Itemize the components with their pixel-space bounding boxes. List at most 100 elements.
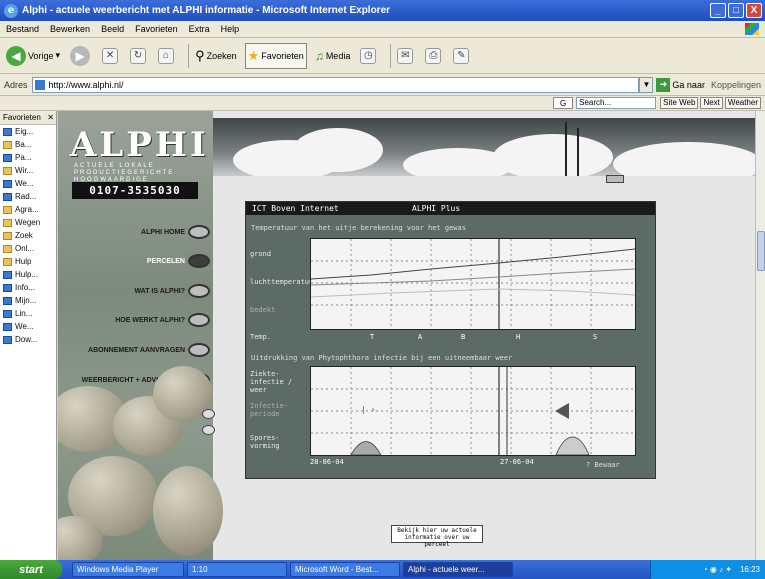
scroll-down-control-icon[interactable] — [202, 425, 215, 435]
banner-tab-icon[interactable] — [606, 175, 624, 183]
google-logo-icon[interactable]: G — [553, 97, 574, 109]
panel-title-right: ALPHI Plus — [412, 204, 461, 213]
forward-button[interactable]: ▶ — [68, 43, 94, 69]
mail-button[interactable]: ✉ — [395, 43, 417, 69]
toolbar: ◀ Vorige ▾ ▶ ✕ ↻ ⌂ ⚲ Zoeken ★ Favorieten… — [0, 38, 765, 74]
menu-help[interactable]: Help — [221, 24, 240, 34]
nav-wat-is-alphi[interactable]: WAT IS ALPHI? — [134, 284, 210, 298]
address-input[interactable]: http://www.alphi.nl/ — [31, 76, 640, 93]
task-windows-media-player[interactable]: Windows Media Player — [72, 562, 184, 577]
chart1-tick-a: A — [418, 333, 423, 341]
vertical-scrollbar[interactable] — [755, 111, 765, 560]
nav-home-button-icon[interactable] — [188, 225, 210, 239]
menu-favorites[interactable]: Favorieten — [135, 24, 178, 34]
chart1-bottom-label: Temp. — [250, 333, 272, 341]
menu-view[interactable]: Beeld — [101, 24, 124, 34]
favorites-item[interactable]: Wir... — [0, 164, 56, 177]
favorites-list: Eig... Ba... Pa... Wir... We... Rad... Agra...… — [0, 125, 56, 346]
alphi-logo[interactable]: ALPHI — [70, 125, 209, 165]
scrollbar-thumb[interactable] — [757, 231, 765, 271]
favorites-item[interactable]: Ba... — [0, 138, 56, 151]
nav-hoe-werkt-alphi-button-icon[interactable] — [188, 313, 210, 327]
panel-header: ICT Boven Internet ALPHI Plus — [246, 202, 655, 215]
chart-panel: ICT Boven Internet ALPHI Plus Temperatuu… — [245, 201, 656, 479]
favorites-item[interactable]: Mijn... — [0, 294, 56, 307]
favorites-item-label: Rad... — [15, 192, 37, 201]
folder-icon — [3, 231, 12, 240]
favorites-item[interactable]: Dow... — [0, 333, 56, 346]
nav-home[interactable]: ALPHI HOME — [141, 225, 210, 239]
close-button[interactable]: X — [746, 3, 762, 18]
close-pane-icon[interactable]: ✕ — [47, 113, 54, 122]
perceel-info-button[interactable]: Bekijk hier uw actuele informatie over u… — [391, 525, 483, 548]
media-button[interactable]: ♫ Media — [313, 43, 353, 69]
clock: 16:23 — [739, 565, 760, 574]
task-1-10[interactable]: 1:10 — [187, 562, 287, 577]
google-weather-button[interactable]: Weather — [724, 97, 761, 109]
nav-percelen-button-icon[interactable] — [188, 254, 210, 268]
chart2-label-periode: Infectie-periode — [250, 402, 288, 418]
go-button[interactable]: ➜ Ga naar — [656, 77, 705, 92]
menu-tools[interactable]: Extra — [189, 24, 210, 34]
phytophthora-chart-svg: | › — [311, 367, 635, 456]
favorites-item[interactable]: Rad... — [0, 190, 56, 203]
address-dropdown-icon[interactable]: ▼ — [639, 76, 654, 93]
phytophthora-chart: | › — [310, 366, 636, 456]
menu-edit[interactable]: Bewerken — [50, 24, 90, 34]
star-icon: ★ — [247, 47, 260, 63]
refresh-button[interactable]: ↻ — [128, 43, 150, 69]
favorites-item[interactable]: Pa... — [0, 151, 56, 164]
edit-button[interactable]: ✎ — [451, 43, 473, 69]
favorites-item[interactable]: Agra... — [0, 203, 56, 216]
favorites-item-label: Lin... — [15, 309, 33, 318]
back-button[interactable]: ◀ Vorige ▾ — [4, 43, 62, 69]
header-banner-image — [213, 118, 755, 176]
favorites-button[interactable]: ★ Favorieten — [244, 42, 307, 69]
google-site-button[interactable]: Site Web — [660, 97, 699, 109]
potatoes-image — [58, 366, 223, 560]
favorites-item[interactable]: Wegen — [0, 216, 56, 229]
minimize-button[interactable]: _ — [710, 3, 726, 18]
search-button[interactable]: ⚲ Zoeken — [193, 43, 239, 69]
history-icon: ◷ — [360, 47, 377, 64]
stop-icon: ✕ — [102, 47, 119, 64]
back-dropdown-icon[interactable]: ▾ — [56, 50, 61, 61]
favorites-item[interactable]: Info... — [0, 281, 56, 294]
google-search-input[interactable]: Search... — [576, 97, 657, 109]
maximize-button[interactable]: □ — [728, 3, 744, 18]
google-next-button[interactable]: Next — [700, 97, 723, 109]
page-icon — [34, 79, 45, 90]
menu-file[interactable]: Bestand — [6, 24, 39, 34]
favorites-item[interactable]: Lin... — [0, 307, 56, 320]
media-label: Media — [325, 50, 351, 61]
favorites-item[interactable]: Eig... — [0, 125, 56, 138]
nav-abonnement[interactable]: ABONNEMENT AANVRAGEN — [88, 343, 210, 357]
task-alphi-ie[interactable]: Alphi - actuele weer... — [403, 562, 513, 577]
scroll-up-control-icon[interactable] — [202, 409, 215, 419]
start-button[interactable]: start — [0, 560, 62, 579]
page-icon — [3, 296, 12, 305]
google-toolbar: G Search... Site Web Next Weather — [0, 96, 765, 111]
stop-button[interactable]: ✕ — [100, 43, 122, 69]
links-label[interactable]: Koppelingen — [711, 80, 761, 90]
print-button[interactable]: ⎙ — [423, 43, 445, 69]
nav-wat-is-alphi-button-icon[interactable] — [188, 284, 210, 298]
favorites-item[interactable]: Hulp — [0, 255, 56, 268]
favorites-item[interactable]: We... — [0, 320, 56, 333]
chart2-label-infectie: Ziekte-infectie / weer — [250, 370, 293, 394]
nav-hoe-werkt-alphi[interactable]: HOE WERKT ALPHI? — [115, 313, 210, 327]
favorites-item[interactable]: Onl... — [0, 242, 56, 255]
nav-percelen[interactable]: PERCELEN — [147, 254, 210, 268]
favorites-item[interactable]: We... — [0, 177, 56, 190]
tray-icons[interactable]: ◔ ◉ ♪ ✦ — [703, 565, 732, 574]
favorites-item[interactable]: Zoek — [0, 229, 56, 242]
menu-bar: Bestand Bewerken Beeld Favorieten Extra … — [0, 21, 765, 38]
chart2-legend-hint[interactable]: ? Bewaar — [586, 461, 620, 469]
task-word[interactable]: Microsoft Word - Best... — [290, 562, 400, 577]
history-button[interactable]: ◷ — [358, 43, 380, 69]
window-titlebar: e Alphi - actuele weerbericht met ALPHI … — [0, 0, 765, 21]
alphi-sidebar: ALPHI ACTUELE LOKALE PRODUCTIEGERICHTE H… — [58, 111, 223, 560]
nav-abonnement-button-icon[interactable] — [188, 343, 210, 357]
favorites-item[interactable]: Hulp... — [0, 268, 56, 281]
home-button[interactable]: ⌂ — [156, 43, 178, 69]
